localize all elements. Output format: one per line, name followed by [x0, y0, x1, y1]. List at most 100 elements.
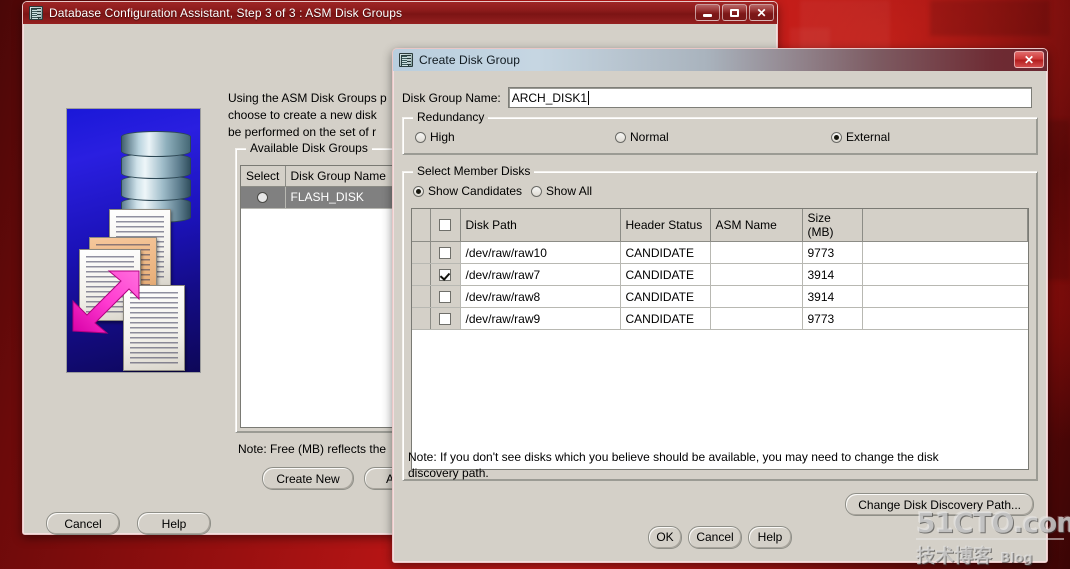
row-asm-name: [710, 241, 803, 264]
desktop-blotch: [930, 0, 1050, 36]
member-disks-table-body: /dev/raw/raw10 CANDIDATE 9773 /dev/raw/r…: [412, 241, 1028, 330]
row-gutter: [412, 285, 431, 308]
row-checkbox-cell[interactable]: [430, 285, 461, 308]
disk-group-name-value: ARCH_DISK1: [511, 90, 588, 105]
create-new-button[interactable]: Create New: [262, 467, 354, 490]
filter-option-label: Show All: [546, 184, 593, 198]
checkbox-icon[interactable]: [439, 246, 451, 259]
column-header-size-mb[interactable]: Size (MB): [802, 209, 863, 242]
checkbox-icon[interactable]: [439, 312, 451, 325]
column-header-gutter: [412, 209, 431, 242]
checkbox-icon[interactable]: [439, 290, 451, 303]
row-checkbox-cell[interactable]: [430, 307, 461, 330]
dialog-body: Disk Group Name: ARCH_DISK1 Redundancy H…: [393, 71, 1047, 562]
row-disk-path: /dev/raw/raw7: [460, 263, 621, 286]
column-header-select[interactable]: Select: [241, 166, 286, 187]
row-header-status: CANDIDATE: [620, 307, 711, 330]
radio-icon[interactable]: [413, 185, 424, 197]
dbca-bottom-buttons: Cancel Help: [46, 512, 211, 535]
filter-show-candidates[interactable]: Show Candidates: [413, 184, 522, 198]
dbca-window-controls: ✕: [695, 4, 774, 21]
dialog-title: Create Disk Group: [419, 53, 521, 67]
row-select-cell[interactable]: [241, 186, 286, 209]
radio-icon[interactable]: [531, 185, 542, 197]
ok-button[interactable]: OK: [648, 525, 682, 549]
discovery-path-note: Note: If you don't see disks which you b…: [408, 450, 939, 480]
radio-icon[interactable]: [615, 131, 626, 143]
row-size-mb: 3914: [802, 263, 863, 286]
filter-option-label: Show Candidates: [428, 184, 523, 198]
filter-show-all[interactable]: Show All: [531, 184, 592, 198]
row-header-status: CANDIDATE: [620, 285, 711, 308]
row-checkbox-cell[interactable]: [430, 241, 461, 264]
available-disk-groups-legend: Available Disk Groups: [246, 141, 372, 155]
row-asm-name: [710, 285, 803, 308]
cancel-button[interactable]: Cancel: [46, 512, 120, 535]
radio-icon[interactable]: [415, 131, 426, 143]
row-gutter: [412, 307, 431, 330]
redundancy-group: Redundancy High Normal External: [402, 110, 1038, 155]
select-member-disks-group: Select Member Disks Show Candidates Show…: [402, 164, 1038, 481]
close-icon[interactable]: ✕: [1014, 51, 1044, 68]
dbca-window-title: Database Configuration Assistant, Step 3…: [49, 6, 403, 20]
create-disk-group-dialog: Create Disk Group ✕ Disk Group Name: ARC…: [392, 48, 1048, 563]
dialog-titlebar[interactable]: Create Disk Group ✕: [393, 49, 1047, 71]
row-filler: [862, 307, 1028, 330]
table-row[interactable]: /dev/raw/raw8 CANDIDATE 3914: [412, 285, 1028, 308]
dialog-button-bar: OK Cancel Help: [394, 513, 1046, 561]
row-header-status: CANDIDATE: [620, 241, 711, 264]
redundancy-legend: Redundancy: [413, 110, 489, 124]
row-gutter: [412, 241, 431, 264]
row-gutter: [412, 263, 431, 286]
row-size-mb: 9773: [802, 307, 863, 330]
maximize-icon[interactable]: [722, 4, 747, 21]
row-size-mb: 3914: [802, 285, 863, 308]
checkbox-icon[interactable]: [439, 268, 451, 281]
database-icon: [399, 53, 413, 67]
redundancy-option-external[interactable]: External: [831, 130, 890, 144]
database-icon: [29, 6, 43, 20]
column-header-disk-path[interactable]: Disk Path: [460, 209, 621, 242]
redundancy-option-label: External: [846, 130, 891, 144]
checkbox-icon[interactable]: [439, 219, 451, 231]
row-checkbox-cell[interactable]: [430, 263, 461, 286]
row-disk-path: /dev/raw/raw9: [460, 307, 621, 330]
table-row[interactable]: /dev/raw/raw9 CANDIDATE 9773: [412, 307, 1028, 330]
member-disks-table: Disk Path Header Status ASM Name Size (M…: [412, 209, 1028, 330]
dialog-cancel-button[interactable]: Cancel: [688, 525, 742, 549]
row-header-status: CANDIDATE: [620, 263, 711, 286]
dialog-window-controls: ✕: [1014, 51, 1044, 68]
row-filler: [862, 263, 1028, 286]
row-disk-path: /dev/raw/raw10: [460, 241, 621, 264]
dbca-titlebar[interactable]: Database Configuration Assistant, Step 3…: [23, 2, 777, 24]
dialog-help-button[interactable]: Help: [748, 525, 792, 549]
row-asm-name: [710, 263, 803, 286]
redundancy-option-label: High: [430, 130, 455, 144]
row-size-mb: 9773: [802, 241, 863, 264]
arrow-graphic: [71, 269, 141, 335]
help-button[interactable]: Help: [137, 512, 211, 535]
column-header-asm-name[interactable]: ASM Name: [710, 209, 803, 242]
minimize-icon[interactable]: [695, 4, 720, 21]
table-header-row: Disk Path Header Status ASM Name Size (M…: [412, 209, 1028, 242]
table-row[interactable]: /dev/raw/raw7 CANDIDATE 3914: [412, 263, 1028, 286]
disk-group-name-input[interactable]: ARCH_DISK1: [507, 87, 1032, 108]
radio-icon[interactable]: [257, 192, 269, 203]
redundancy-option-normal[interactable]: Normal: [615, 130, 669, 144]
select-member-disks-legend: Select Member Disks: [413, 164, 535, 178]
disk-group-name-row: Disk Group Name: ARCH_DISK1: [402, 87, 1038, 108]
redundancy-option-label: Normal: [630, 130, 669, 144]
dbca-illustration: [66, 108, 201, 373]
member-disks-table-wrap: Disk Path Header Status ASM Name Size (M…: [411, 208, 1029, 470]
redundancy-option-high[interactable]: High: [415, 130, 455, 144]
table-row[interactable]: /dev/raw/raw10 CANDIDATE 9773: [412, 241, 1028, 264]
column-header-select-all[interactable]: [430, 209, 461, 242]
disk-group-name-label: Disk Group Name:: [402, 90, 501, 105]
row-filler: [862, 241, 1028, 264]
close-icon[interactable]: ✕: [749, 4, 774, 21]
row-filler: [862, 285, 1028, 308]
column-header-header-status[interactable]: Header Status: [620, 209, 711, 242]
row-asm-name: [710, 307, 803, 330]
radio-icon[interactable]: [831, 131, 842, 143]
column-header-filler: [862, 209, 1028, 242]
